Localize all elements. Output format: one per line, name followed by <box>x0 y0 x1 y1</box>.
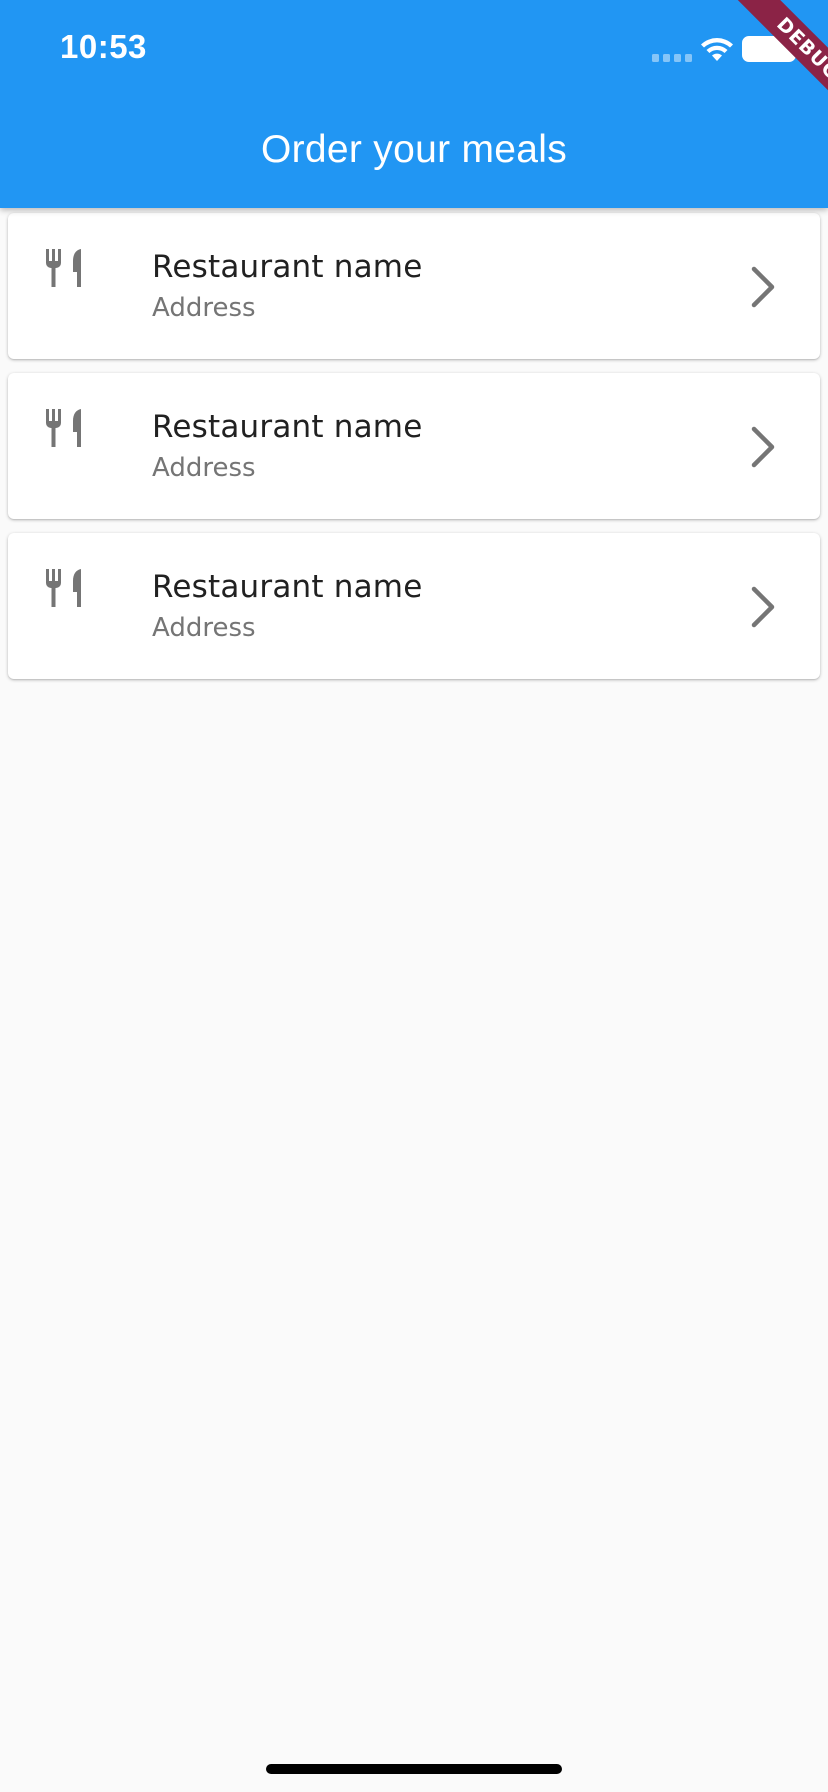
page-title: Order your meals <box>260 128 568 171</box>
restaurant-icon <box>46 569 81 607</box>
restaurant-list-item[interactable]: Restaurant name Address <box>8 533 820 679</box>
chevron-right-icon <box>751 266 775 308</box>
restaurant-address: Address <box>152 453 256 483</box>
cellular-signal-icon <box>652 54 692 62</box>
home-indicator[interactable] <box>266 1764 562 1774</box>
restaurant-list: Restaurant name Address Restaurant name … <box>8 213 820 693</box>
debug-banner-label: DEBUG <box>726 0 828 128</box>
restaurant-name: Restaurant name <box>152 569 423 605</box>
restaurant-icon <box>46 409 81 447</box>
restaurant-list-item[interactable]: Restaurant name Address <box>8 213 820 359</box>
debug-banner: DEBUG <box>700 0 828 128</box>
restaurant-name: Restaurant name <box>152 409 423 445</box>
restaurant-icon <box>46 249 81 287</box>
app-screen: 10:53 Order your meals DEBUG Restaurant … <box>0 0 828 1792</box>
status-time: 10:53 <box>60 28 147 65</box>
restaurant-list-item[interactable]: Restaurant name Address <box>8 373 820 519</box>
restaurant-address: Address <box>152 293 256 323</box>
restaurant-address: Address <box>152 613 256 643</box>
restaurant-name: Restaurant name <box>152 249 423 285</box>
chevron-right-icon <box>751 586 775 628</box>
chevron-right-icon <box>751 426 775 468</box>
